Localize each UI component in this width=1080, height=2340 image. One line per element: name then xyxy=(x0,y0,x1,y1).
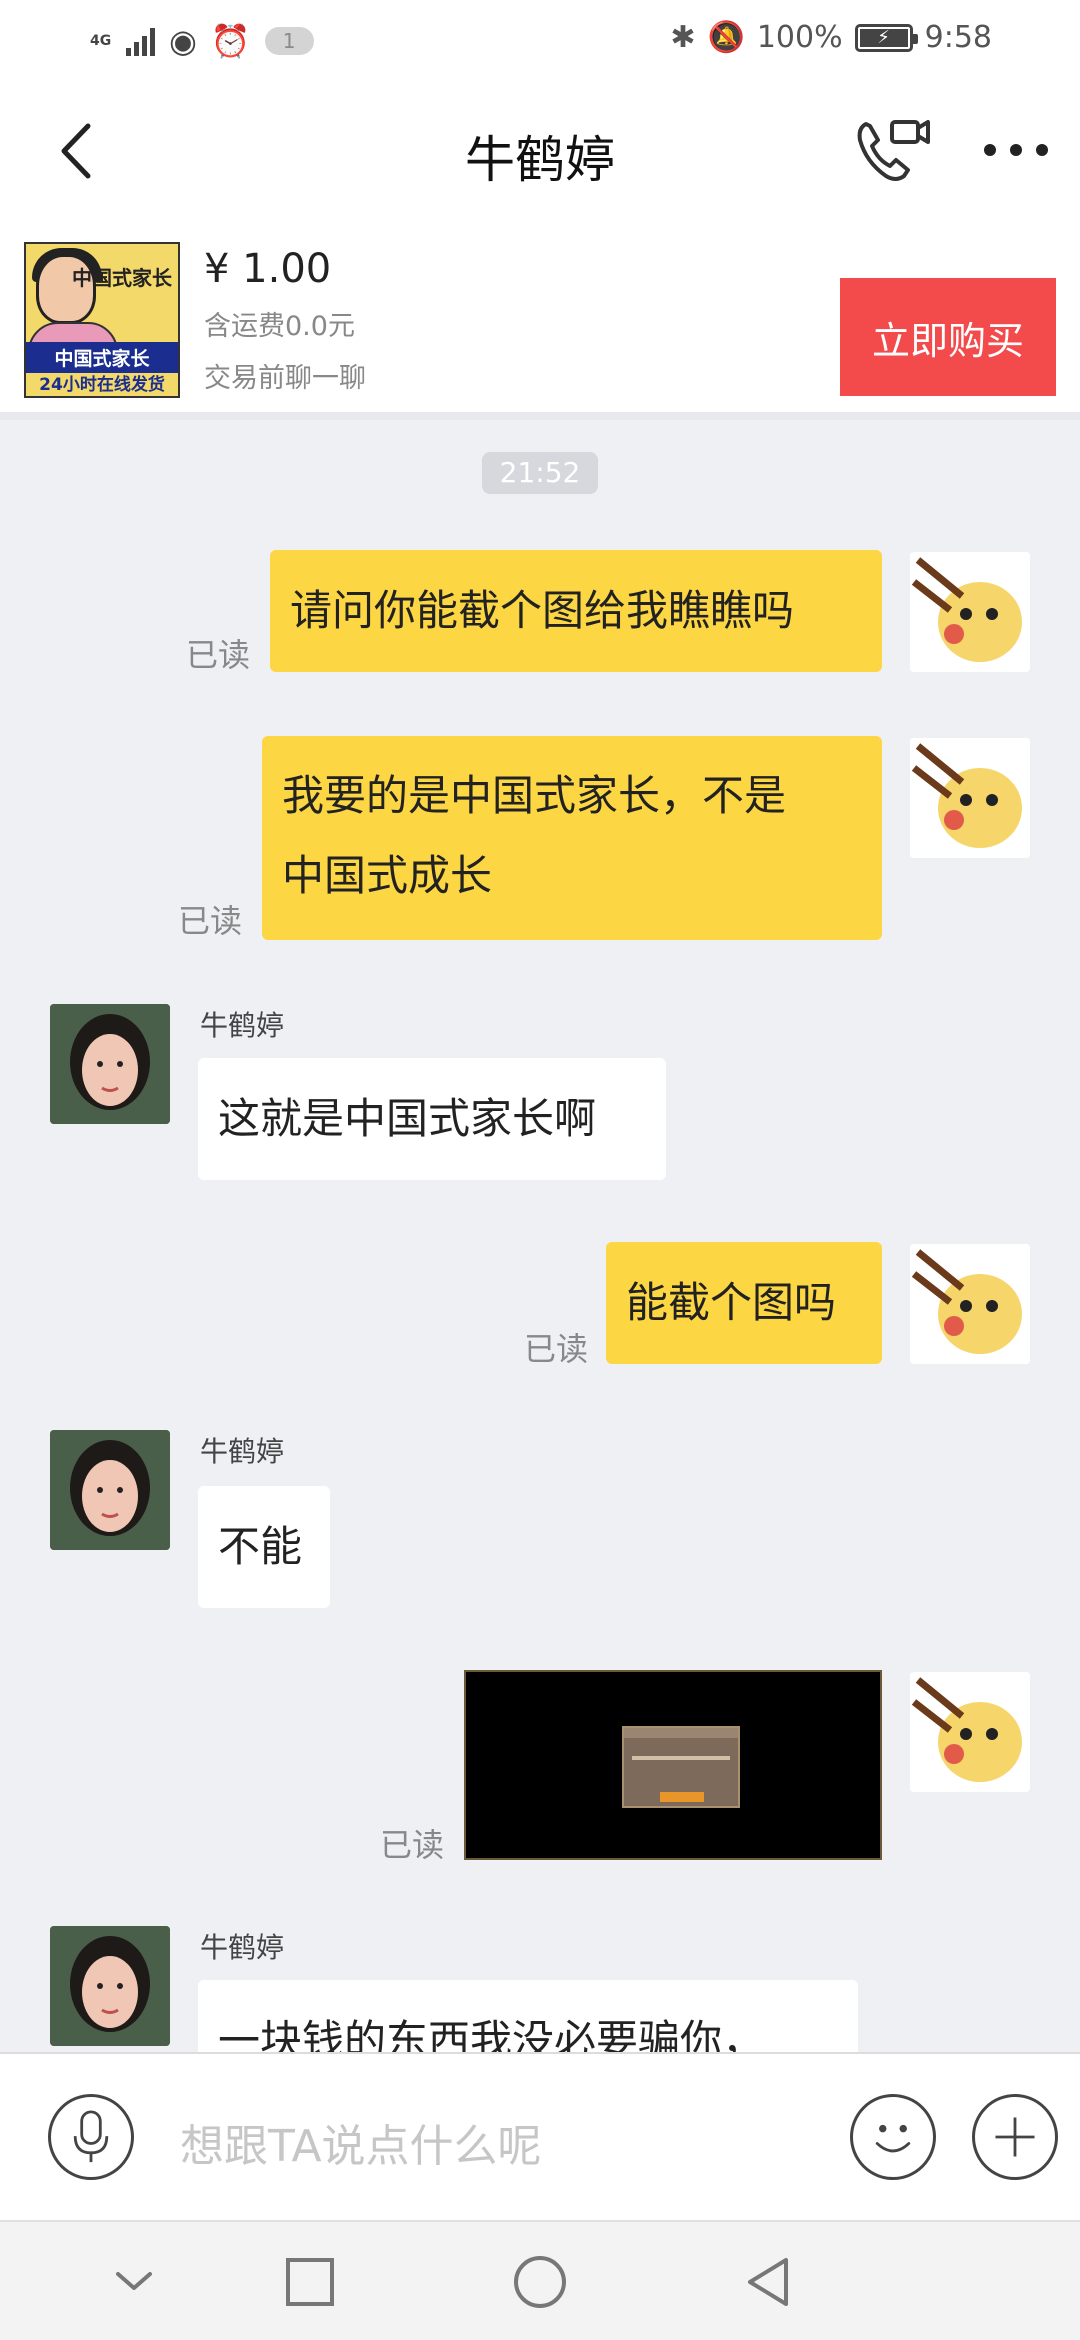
input-bar: 想跟TA说点什么呢 xyxy=(0,2052,1080,2220)
buy-now-button[interactable]: 立即购买 xyxy=(840,278,1056,396)
read-receipt: 已读 xyxy=(178,902,243,940)
message-input[interactable]: 想跟TA说点什么呢 xyxy=(180,2110,542,2174)
message-bubble-incoming[interactable]: 这就是中国式家长啊 xyxy=(198,1058,666,1180)
read-receipt: 已读 xyxy=(186,636,251,674)
more-icon[interactable] xyxy=(984,144,1048,156)
video-call-icon[interactable] xyxy=(852,116,932,186)
nav-home-icon[interactable] xyxy=(510,2252,570,2312)
avatar-image xyxy=(910,1244,1030,1364)
notification-badge: 1 xyxy=(264,27,314,55)
avatar-image xyxy=(50,1926,170,2046)
my-avatar[interactable] xyxy=(910,738,1030,858)
network-type: 4G xyxy=(90,32,112,49)
read-receipt: 已读 xyxy=(524,1330,589,1368)
contact-avatar[interactable] xyxy=(50,1430,170,1550)
chat-timestamp: 21:52 xyxy=(482,452,598,494)
nav-recent-icon[interactable] xyxy=(278,2252,338,2312)
mic-icon[interactable] xyxy=(48,2094,134,2180)
chat-header: 牛鹤婷 xyxy=(0,86,1080,220)
thumb-title: 中国式家长 xyxy=(72,266,172,290)
my-avatar[interactable] xyxy=(910,552,1030,672)
plus-icon[interactable] xyxy=(972,2094,1058,2180)
chat-prompt: 交易前聊一聊 xyxy=(204,363,366,394)
message-bubble-outgoing[interactable]: 能截个图吗 xyxy=(606,1242,882,1364)
avatar-image xyxy=(910,1672,1030,1792)
avatar-image xyxy=(50,1004,170,1124)
contact-avatar[interactable] xyxy=(50,1926,170,2046)
mute-icon: 🔕 xyxy=(707,20,745,55)
thumb-line2: 24小时在线发货 xyxy=(39,375,165,395)
avatar-image xyxy=(910,738,1030,858)
screenshot-dialog xyxy=(622,1726,740,1808)
signal-icon xyxy=(126,26,155,56)
nav-back-icon[interactable] xyxy=(740,2252,800,2312)
message-line: 我要的是中国式家长，不是 xyxy=(282,771,787,820)
nav-down-icon[interactable] xyxy=(104,2252,164,2312)
my-avatar[interactable] xyxy=(910,1672,1030,1792)
read-receipt: 已读 xyxy=(380,1826,445,1864)
battery-icon: ⚡ xyxy=(854,23,918,52)
image-message[interactable] xyxy=(464,1670,882,1860)
status-bar: 4G ◉ ⏰ 1 ✱ 🔕 100% ⚡ 9:58 xyxy=(0,0,1080,86)
message-bubble-incoming[interactable]: 不能 xyxy=(198,1486,330,1608)
message-bubble-outgoing[interactable]: 请问你能截个图给我瞧瞧吗 xyxy=(270,550,882,672)
avatar-image xyxy=(910,552,1030,672)
clock: 9:58 xyxy=(924,20,992,55)
battery-percent: 100% xyxy=(756,20,843,55)
system-nav-bar xyxy=(0,2220,1080,2340)
sender-name: 牛鹤婷 xyxy=(200,1931,285,1964)
my-avatar[interactable] xyxy=(910,1244,1030,1364)
avatar-image xyxy=(50,1430,170,1550)
eye-icon: ◉ xyxy=(169,22,197,60)
message-line: 中国式成长 xyxy=(282,851,493,900)
product-card[interactable]: 中国式家长 中国式家长 24小时在线发货 ¥ 1.00 含运费0.0元 交易前聊… xyxy=(0,220,1080,420)
thumb-line1: 中国式家长 xyxy=(26,342,178,373)
shipping-info: 含运费0.0元 xyxy=(204,311,355,342)
emoji-icon[interactable] xyxy=(850,2094,936,2180)
message-bubble-outgoing[interactable]: 我要的是中国式家长，不是 中国式成长 xyxy=(262,736,882,940)
alarm-icon: ⏰ xyxy=(210,22,251,60)
contact-avatar[interactable] xyxy=(50,1004,170,1124)
sender-name: 牛鹤婷 xyxy=(200,1435,285,1468)
product-price: ¥ 1.00 xyxy=(204,246,332,292)
bluetooth-icon: ✱ xyxy=(670,20,696,55)
sender-name: 牛鹤婷 xyxy=(200,1009,285,1042)
product-thumbnail[interactable]: 中国式家长 中国式家长 24小时在线发货 xyxy=(24,242,180,398)
